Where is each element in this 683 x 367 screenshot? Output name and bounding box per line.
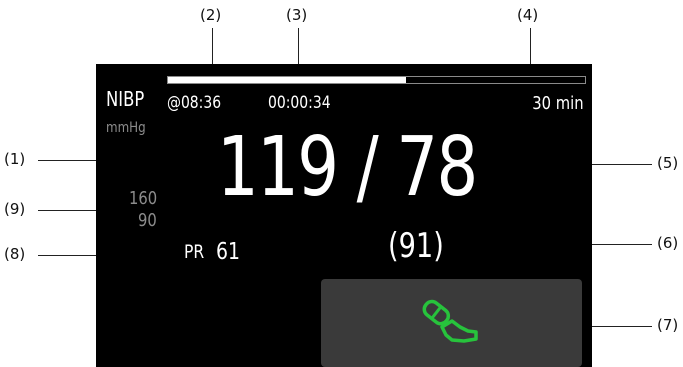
pulse-rate-value: 61 [216,239,241,265]
systolic-diastolic-reading: 119 / 78 [217,120,478,215]
nibp-parameter-panel: NIBP mmHg @08:36 00:00:34 30 min 119 / 7… [96,64,592,367]
callout-2: (2) [200,6,222,24]
mean-pressure: (91) [388,226,444,266]
callout-7: (7) [657,316,679,334]
pulse-rate-label: PR [184,241,205,263]
parameter-label: NIBP [106,87,145,111]
start-measurement-button[interactable] [321,279,582,367]
callout-9: (9) [4,200,26,218]
callout-3: (3) [286,6,308,24]
callout-1: (1) [4,150,26,168]
alarm-limit-high: 160 [129,188,158,209]
callout-5: (5) [657,154,679,172]
cuff-icon [422,299,478,343]
unit-label: mmHg [106,120,146,136]
alarm-limit-low: 90 [138,210,157,231]
measurement-start-time: @08:36 [167,93,222,113]
elapsed-time: 00:00:34 [268,93,331,113]
measurement-progress-bar [167,76,586,84]
callout-4: (4) [517,6,539,24]
measurement-interval: 30 min [532,93,584,114]
callout-6: (6) [657,234,679,252]
progress-bar-fill [168,77,406,83]
callout-8: (8) [4,245,26,263]
